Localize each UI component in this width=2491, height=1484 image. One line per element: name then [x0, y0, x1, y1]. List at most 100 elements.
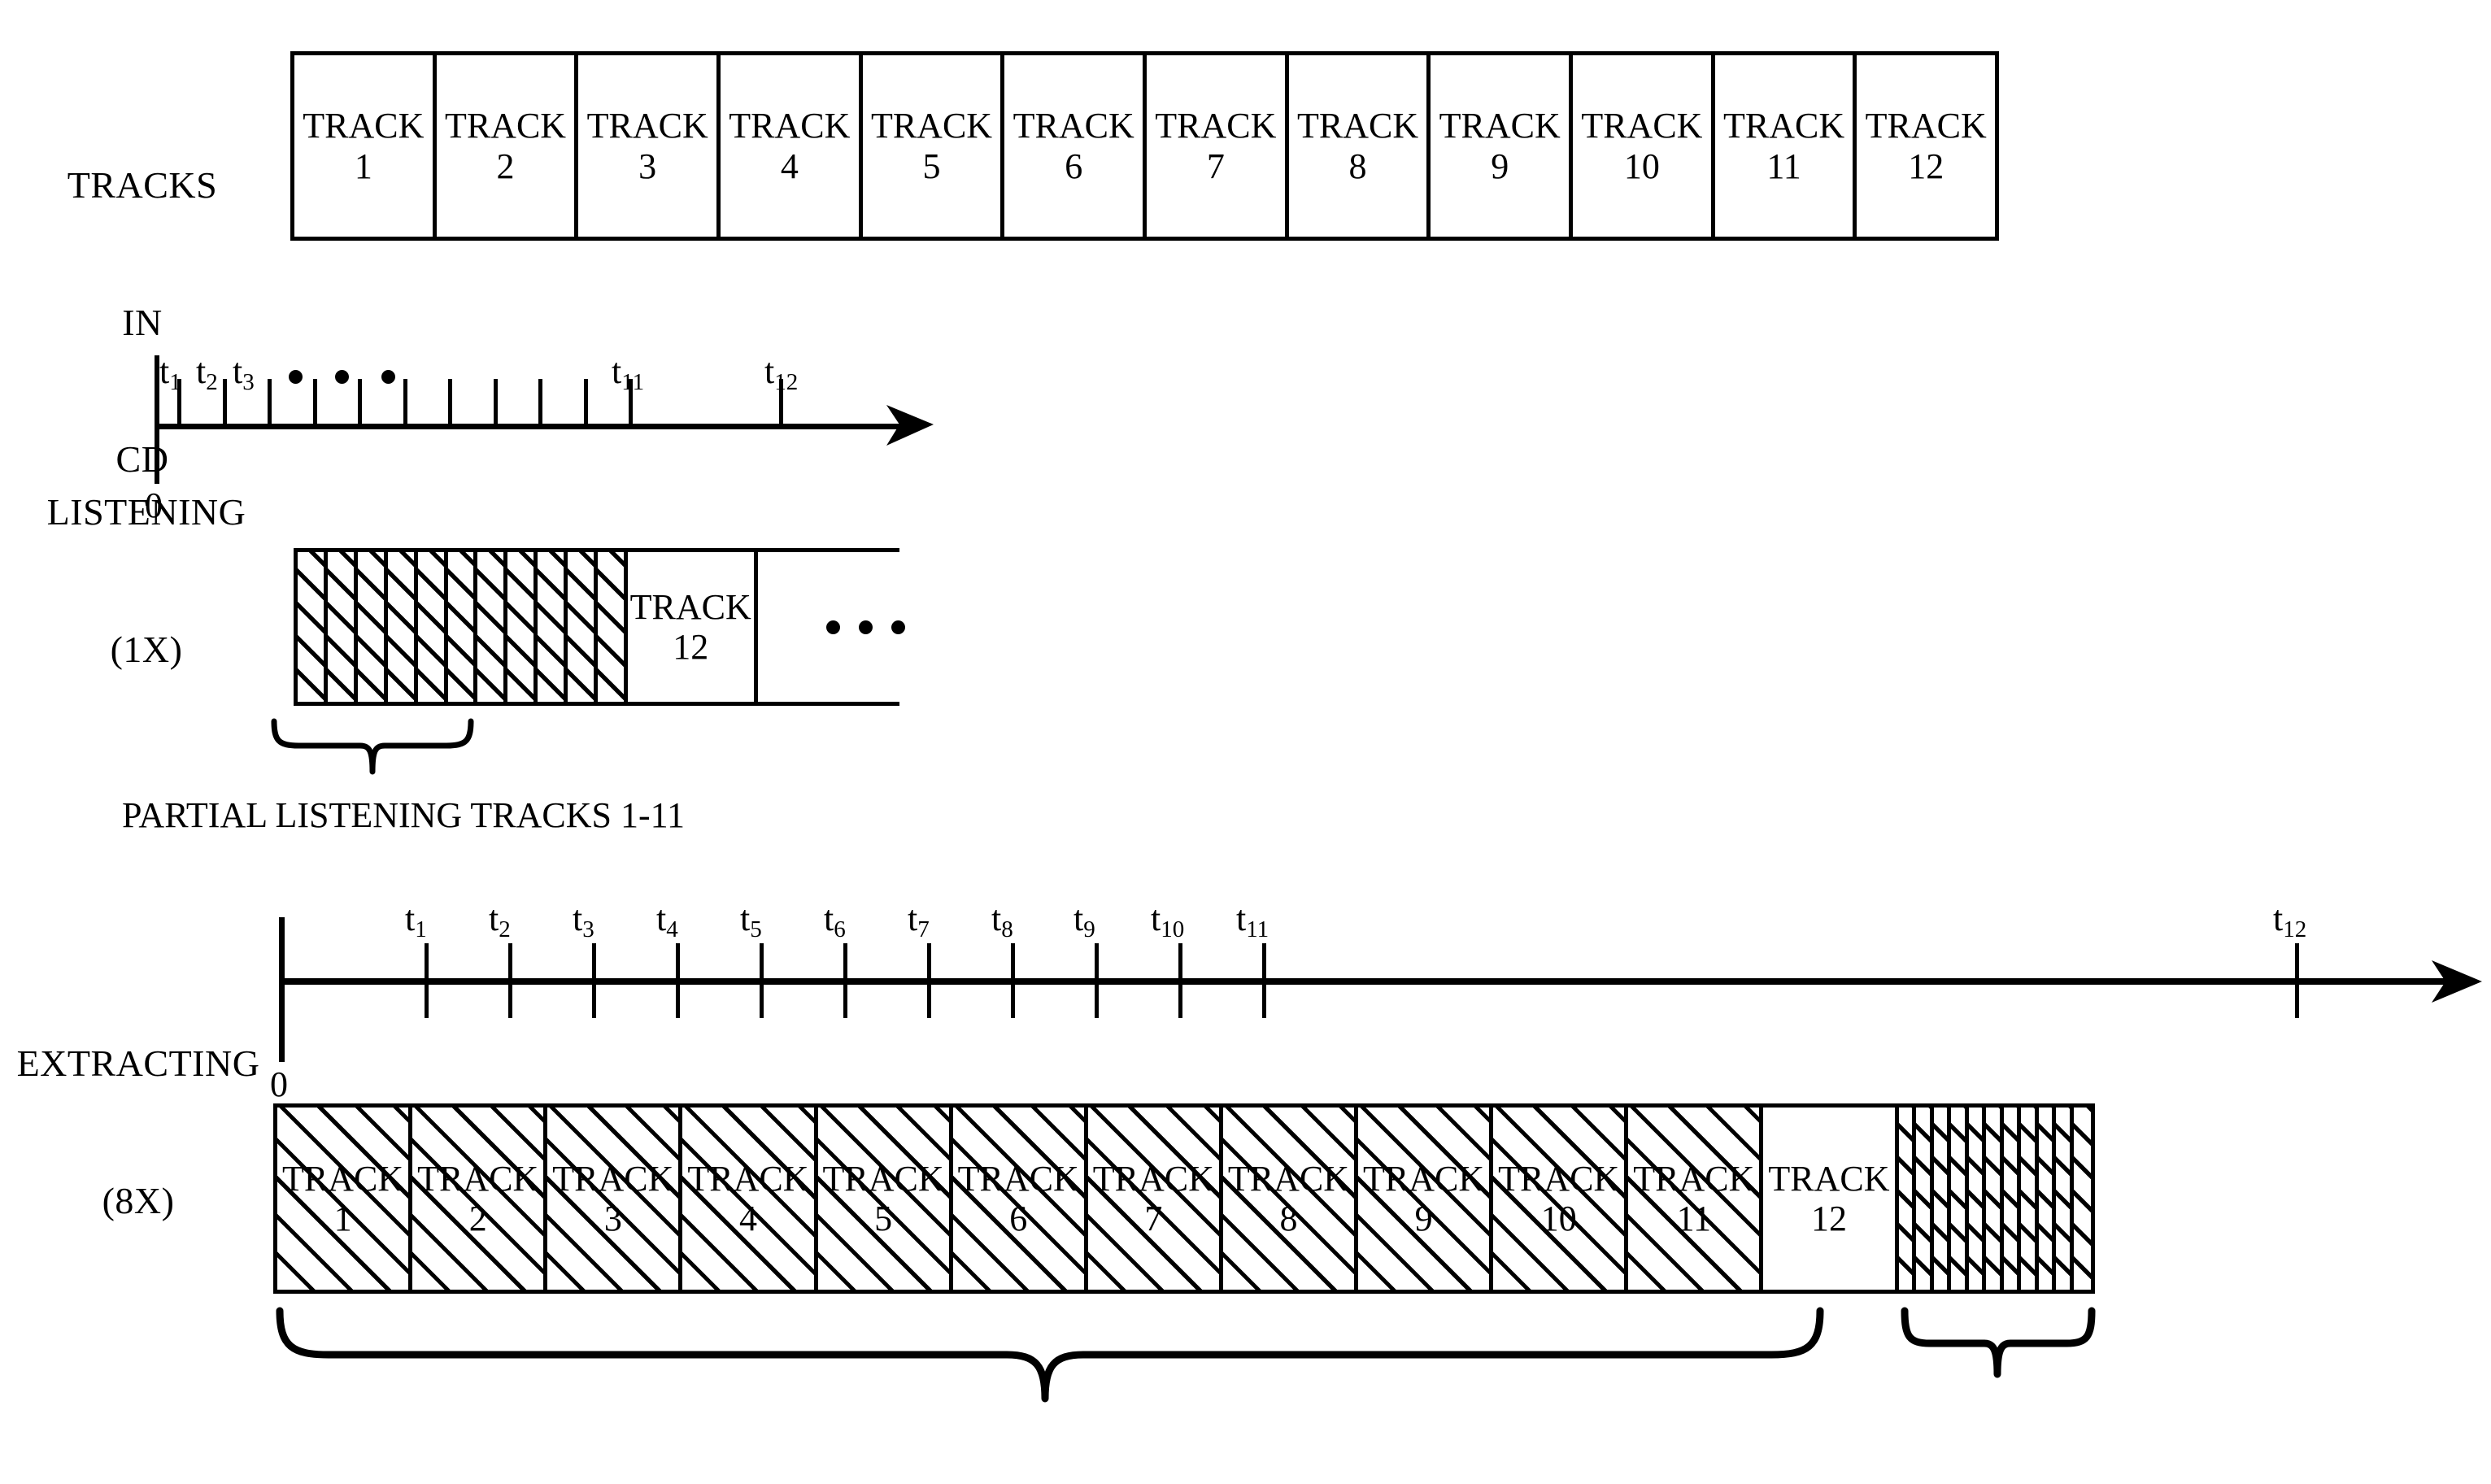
track-cell-line-1: TRACK — [552, 1158, 674, 1199]
extracting-tick-8 — [1011, 943, 1015, 1018]
tracks-in-cd-cell-2: TRACK 2 — [436, 55, 579, 237]
listening-partial-cell-9 — [538, 552, 568, 702]
track-cell-line-2: 11 — [1676, 1199, 1711, 1238]
extracting-cell-5: TRACK 5 — [817, 1108, 953, 1290]
extracting-cell-9: TRACK 9 — [1358, 1108, 1494, 1290]
extracting-tick-6 — [843, 943, 847, 1018]
track-cell-line-1: TRACK — [1498, 1158, 1620, 1199]
tracks-in-cd-cell-10: TRACK 10 — [1573, 55, 1715, 237]
extracting-cell-2: TRACK 2 — [412, 1108, 548, 1290]
tick-label-base: t — [991, 899, 1002, 938]
track-cell-line-1: TRACK — [303, 106, 425, 146]
track-cell-line-2: 5 — [874, 1199, 893, 1238]
extracting-label-line-1: EXTRACTING — [16, 1042, 260, 1085]
tracks-in-cd-cell-8: TRACK 8 — [1288, 55, 1431, 237]
track-cell-line-2: 3 — [603, 1199, 622, 1238]
listening-partial-cell-10 — [568, 552, 599, 702]
extracting-tick-3 — [592, 943, 596, 1018]
track-cell-line-2: 8 — [1348, 146, 1367, 186]
extracting-partial-caption: PARTIAL EXTRACTIONS TRACKS 1-11 — [805, 1399, 1293, 1484]
extracting-tick-label-t5: t5 — [740, 901, 762, 942]
track-cell-line-1: TRACK — [729, 106, 851, 146]
tracks-in-cd-cell-11: TRACK 11 — [1714, 55, 1857, 237]
tick-label-base: t — [2273, 899, 2284, 938]
track-cell-line-2: 7 — [1144, 1199, 1163, 1238]
tick-label-base: t — [1151, 899, 1161, 938]
tracks-in-cd-cell-4: TRACK 4 — [721, 55, 863, 237]
listening-partial-cell-6 — [447, 552, 478, 702]
remainder-cell-7 — [2003, 1108, 2021, 1290]
track-cell-line-1: TRACK — [282, 1158, 404, 1199]
track-cell-line-2: 3 — [638, 146, 657, 186]
listening-tick-2 — [222, 379, 227, 426]
track-cell-line-1: TRACK — [1581, 106, 1703, 146]
extracting-tick-label-t3: t3 — [573, 901, 594, 942]
track-cell-line-1: TRACK — [870, 106, 993, 146]
track-cell-line-1: TRACK — [444, 106, 567, 146]
listening-tick-label-t12: t12 — [764, 351, 799, 396]
tracks-in-cd-cell-3: TRACK 3 — [578, 55, 721, 237]
remainder-cell-9 — [2038, 1108, 2056, 1290]
listening-block-bottom-extension — [830, 702, 899, 706]
track-cell-line-2: 5 — [922, 146, 941, 186]
track-cell-line-1: TRACK — [417, 1158, 539, 1199]
listening-partial-brace — [271, 718, 474, 775]
extracting-tick-label-t2: t2 — [489, 901, 511, 942]
listening-tick-label-t2: t2 — [196, 351, 218, 396]
track-cell-line-2: 9 — [1491, 146, 1509, 186]
track-cell-line-2: 4 — [780, 146, 799, 186]
extracting-label-line-2: (8X) — [102, 1179, 175, 1221]
listening-origin-label: 0 — [145, 485, 163, 525]
listening-tick-8 — [493, 379, 498, 426]
figure-root: TRACKS IN CD TRACK 1 TRACK 2 TRACK 3 TRACK 4 TRA… — [0, 0, 2491, 1484]
listening-block-top-extension — [830, 548, 899, 552]
extracting-tick-2 — [508, 943, 512, 1018]
tracks-in-cd-cell-9: TRACK 9 — [1431, 55, 1574, 237]
track-cell-line-2: 6 — [1009, 1199, 1028, 1238]
listening-ellipsis-dot-1 — [289, 370, 303, 384]
extracting-axis-horizontal — [279, 978, 2458, 985]
track-cell-line-1: TRACK — [1296, 106, 1419, 146]
track-cell-line-1: TRACK — [586, 106, 708, 146]
track-cell-line-2: 4 — [738, 1199, 757, 1238]
tick-label-subscript: 7 — [917, 916, 930, 943]
extracting-row-label: EXTRACTING (8X) — [0, 950, 277, 1315]
listening-partial-cell-8 — [507, 552, 538, 702]
listening-label-line-2: (1X) — [110, 628, 183, 670]
tick-label-subscript: 11 — [1246, 916, 1269, 943]
tracks-in-cd-cell-1: TRACK 1 — [294, 55, 437, 237]
extracting-cell-10: TRACK 10 — [1493, 1108, 1629, 1290]
remainder-cell-4 — [1951, 1108, 1969, 1290]
tracks-in-cd-label-line-1: TRACKS — [67, 164, 218, 207]
track-cell-line-2: 10 — [1540, 1199, 1577, 1238]
tick-label-subscript: 2 — [499, 916, 511, 943]
tick-label-subscript: 8 — [1001, 916, 1013, 943]
track-cell-line-2: 10 — [1623, 146, 1660, 186]
extracting-partial-brace — [276, 1307, 1824, 1403]
track-cell-line-1: TRACK — [629, 586, 751, 627]
listening-partial-cell-1 — [298, 552, 328, 702]
extracting-tick-label-t9: t9 — [1073, 901, 1095, 942]
track-cell-line-2: 12 — [1908, 146, 1944, 186]
listening-block-dot-3 — [891, 620, 905, 634]
tick-label-subscript: 12 — [2283, 916, 2307, 943]
tick-label-subscript: 3 — [582, 916, 594, 943]
extracting-tick-label-t6: t6 — [824, 901, 846, 942]
track-cell-line-1: TRACK — [1092, 1158, 1214, 1199]
remainder-cell-1 — [1898, 1108, 1916, 1290]
listening-partial-cell-2 — [327, 552, 358, 702]
listening-block-row: TRACK 12 — [294, 548, 896, 706]
track-cell-line-1: TRACK — [1227, 1158, 1349, 1199]
tick-label-subscript: 6 — [834, 916, 846, 943]
listening-ellipsis-dot-3 — [381, 370, 395, 384]
track-cell-line-2: 6 — [1065, 146, 1083, 186]
tick-label-base: t — [1236, 899, 1247, 938]
track-cell-line-1: TRACK — [957, 1158, 1079, 1199]
listening-track-12-cell: TRACK 12 — [627, 552, 758, 702]
track-cell-line-1: TRACK — [1363, 1158, 1485, 1199]
track-cell-line-2: 1 — [354, 146, 372, 186]
tick-label-subscript: 9 — [1083, 916, 1095, 943]
track-cell-line-1: TRACK — [687, 1158, 809, 1199]
remainder-cell-8 — [2021, 1108, 2039, 1290]
track-cell-line-1: TRACK — [1633, 1158, 1755, 1199]
